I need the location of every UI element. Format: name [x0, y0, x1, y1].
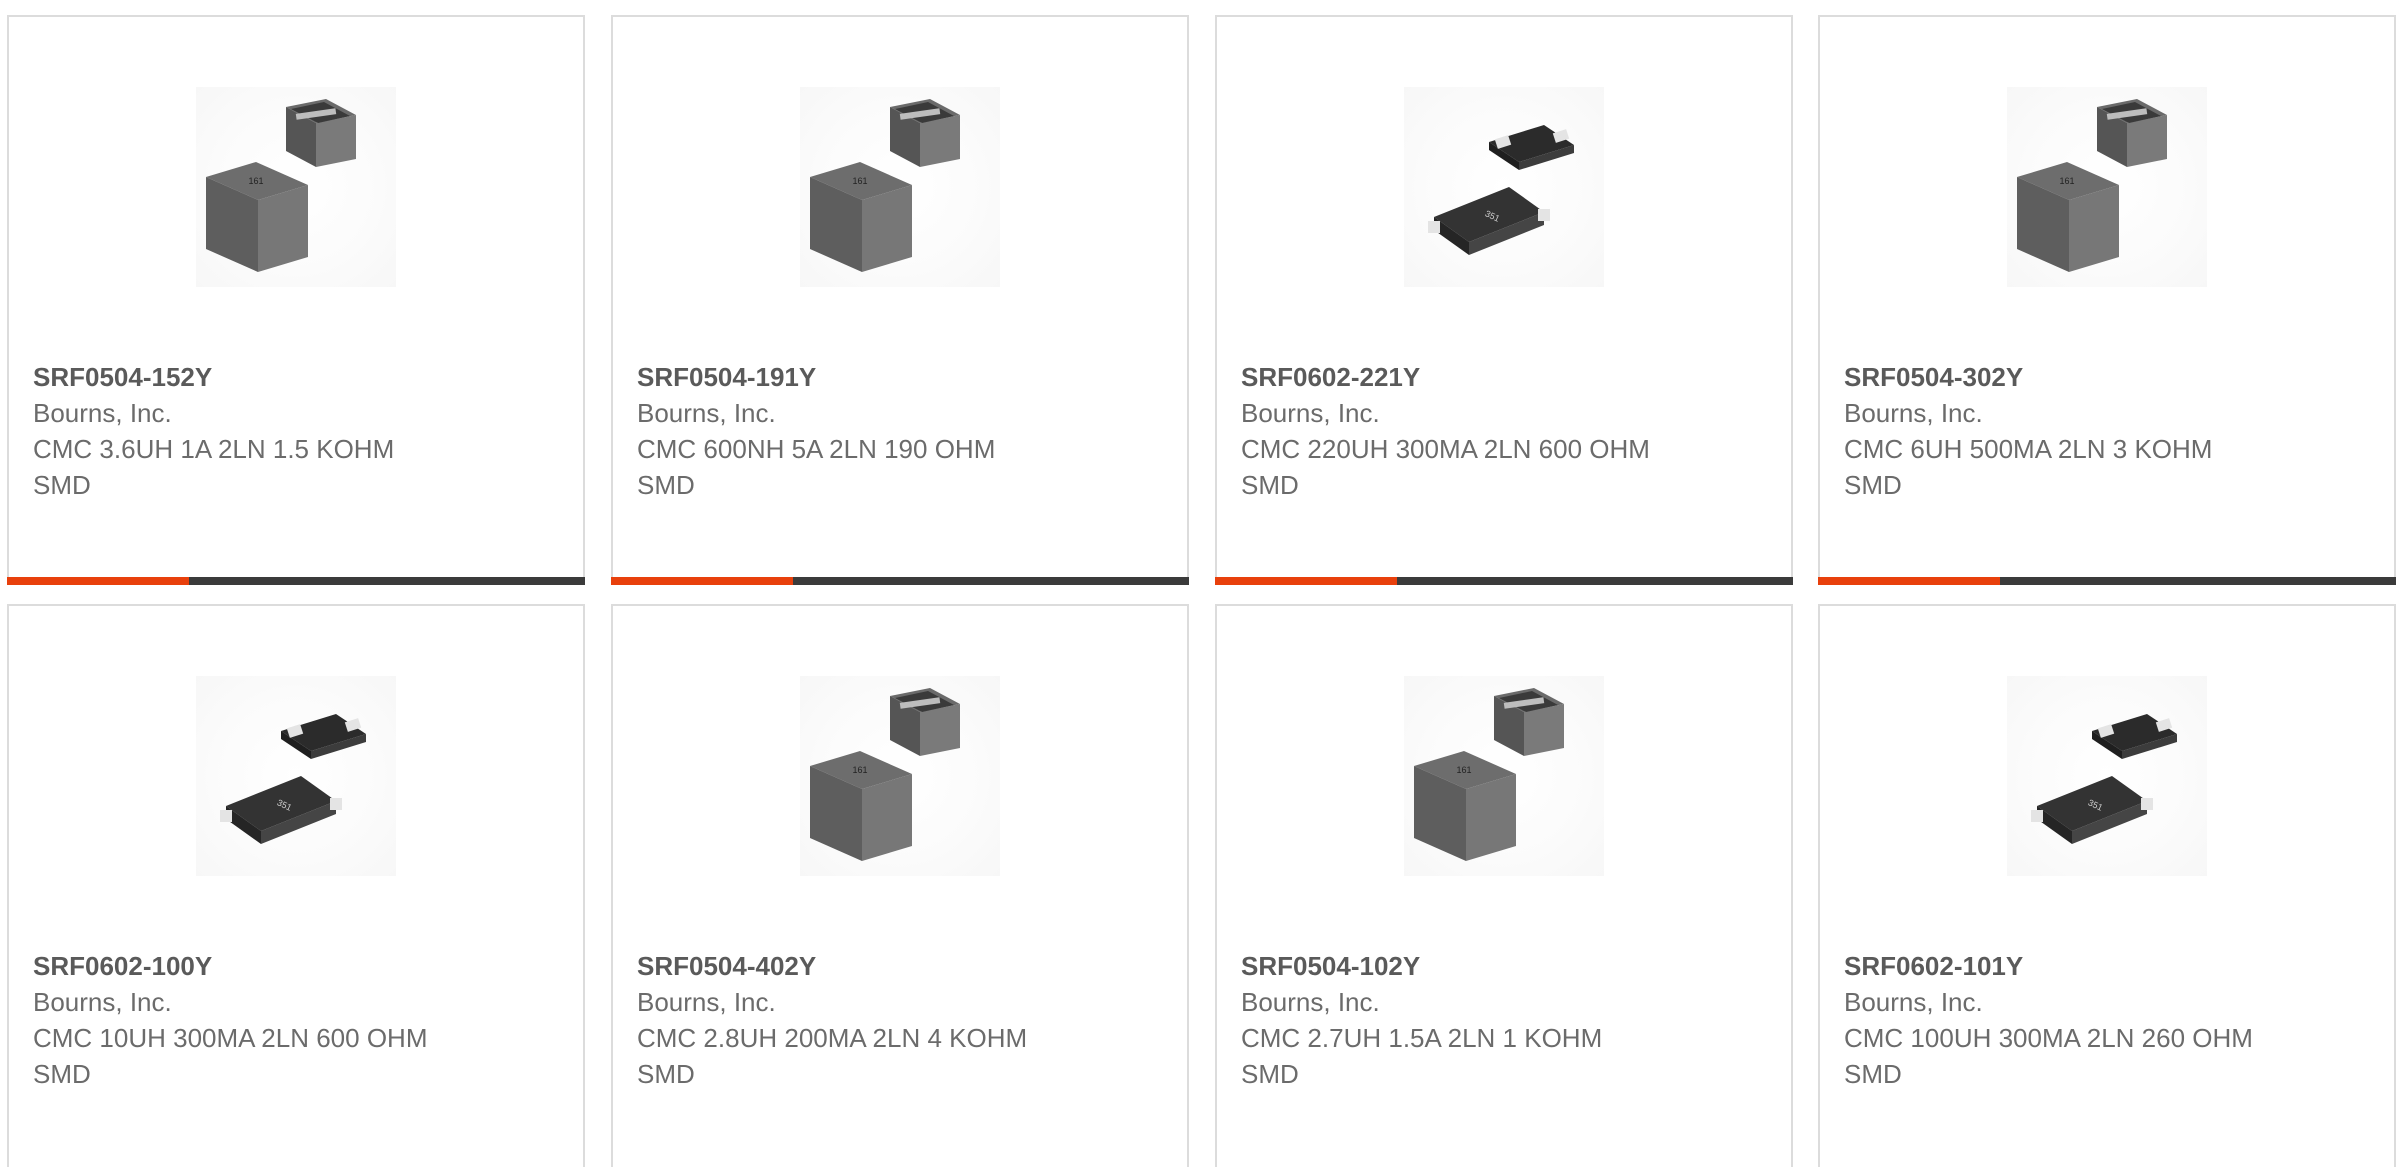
part-number[interactable]: SRF0602-100Y: [33, 948, 563, 984]
part-number[interactable]: SRF0504-191Y: [637, 359, 1167, 395]
svg-text:161: 161: [248, 176, 263, 186]
product-image[interactable]: 161: [2007, 87, 2207, 287]
product-description: CMC 2.8UH 200MA 2LN 4 KOHM SMD: [637, 1023, 1028, 1089]
manufacturer-name: Bourns, Inc.: [637, 987, 776, 1017]
inductor-flat-icon: 351: [1428, 125, 1574, 255]
inductor-cube-icon: 161: [206, 99, 356, 272]
product-description: CMC 2.7UH 1.5A 2LN 1 KOHM SMD: [1241, 1023, 1603, 1089]
svg-text:161: 161: [2059, 176, 2074, 186]
manufacturer-name: Bourns, Inc.: [33, 398, 172, 428]
product-card[interactable]: 161 SRF0504-152Y Bourns, Inc. CMC 3.6UH …: [7, 15, 585, 585]
progress-fill: [1818, 577, 2001, 585]
product-image[interactable]: 351: [1404, 87, 1604, 287]
product-image[interactable]: 161: [196, 87, 396, 287]
manufacturer-name: Bourns, Inc.: [1844, 987, 1983, 1017]
product-card[interactable]: 351 SRF0602-100Y Bourns, Inc. CMC 10UH 3…: [7, 604, 585, 1167]
product-image[interactable]: 351: [196, 676, 396, 876]
image-carousel-progress: [7, 577, 585, 585]
product-card[interactable]: 161 SRF0504-402Y Bourns, Inc. CMC 2.8UH …: [611, 604, 1189, 1167]
product-card[interactable]: 161 SRF0504-302Y Bourns, Inc. CMC 6UH 50…: [1818, 15, 2396, 585]
product-description: CMC 3.6UH 1A 2LN 1.5 KOHM SMD: [33, 434, 395, 500]
part-number[interactable]: SRF0602-221Y: [1241, 359, 1771, 395]
image-carousel-progress: [1818, 577, 2396, 585]
progress-fill: [1215, 577, 1398, 585]
product-description: CMC 10UH 300MA 2LN 600 OHM SMD: [33, 1023, 428, 1089]
image-carousel-progress: [1215, 577, 1793, 585]
product-description: CMC 220UH 300MA 2LN 600 OHM SMD: [1241, 434, 1650, 500]
inductor-cube-icon: 161: [1414, 688, 1564, 861]
svg-text:161: 161: [852, 765, 867, 775]
manufacturer-name: Bourns, Inc.: [33, 987, 172, 1017]
manufacturer-name: Bourns, Inc.: [1241, 987, 1380, 1017]
product-card[interactable]: 351 SRF0602-101Y Bourns, Inc. CMC 100UH …: [1818, 604, 2396, 1167]
svg-text:161: 161: [1456, 765, 1471, 775]
manufacturer-name: Bourns, Inc.: [637, 398, 776, 428]
part-number[interactable]: SRF0504-152Y: [33, 359, 563, 395]
progress-fill: [7, 577, 190, 585]
product-card[interactable]: 161 SRF0504-102Y Bourns, Inc. CMC 2.7UH …: [1215, 604, 1793, 1167]
part-number[interactable]: SRF0504-302Y: [1844, 359, 2374, 395]
manufacturer-name: Bourns, Inc.: [1844, 398, 1983, 428]
part-number[interactable]: SRF0504-102Y: [1241, 948, 1771, 984]
inductor-cube-icon: 161: [2017, 99, 2167, 272]
manufacturer-name: Bourns, Inc.: [1241, 398, 1380, 428]
product-image[interactable]: 351: [2007, 676, 2207, 876]
product-image[interactable]: 161: [800, 676, 1000, 876]
product-description: CMC 6UH 500MA 2LN 3 KOHM SMD: [1844, 434, 2213, 500]
image-carousel-progress: [611, 577, 1189, 585]
inductor-cube-icon: 161: [810, 688, 960, 861]
product-card[interactable]: 351 SRF0602-221Y Bourns, Inc. CMC 220UH …: [1215, 15, 1793, 585]
product-description: CMC 100UH 300MA 2LN 260 OHM SMD: [1844, 1023, 2253, 1089]
product-image[interactable]: 161: [800, 87, 1000, 287]
progress-fill: [611, 577, 794, 585]
part-number[interactable]: SRF0504-402Y: [637, 948, 1167, 984]
svg-text:161: 161: [852, 176, 867, 186]
product-description: CMC 600NH 5A 2LN 190 OHM SMD: [637, 434, 996, 500]
inductor-cube-icon: 161: [810, 99, 960, 272]
product-card[interactable]: 161 SRF0504-191Y Bourns, Inc. CMC 600NH …: [611, 15, 1189, 585]
part-number[interactable]: SRF0602-101Y: [1844, 948, 2374, 984]
product-image[interactable]: 161: [1404, 676, 1604, 876]
inductor-flat-icon: 351: [2031, 714, 2177, 844]
inductor-flat-icon: 351: [220, 714, 366, 844]
